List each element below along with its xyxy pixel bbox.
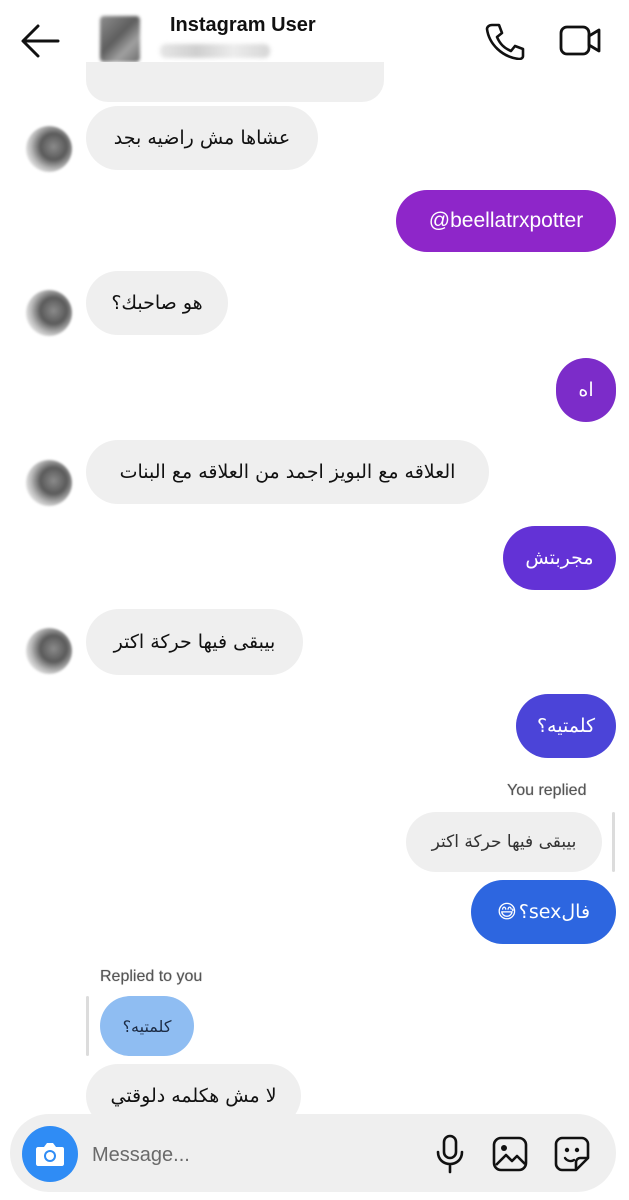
video-camera-icon [559, 25, 601, 56]
call-button[interactable] [482, 20, 526, 61]
previous-message-bubble [86, 62, 384, 102]
avatar[interactable] [26, 460, 72, 506]
reply-label-you: You replied [507, 782, 587, 799]
message-bubble-outgoing[interactable]: مجربتش [503, 526, 616, 590]
message-input[interactable] [92, 1138, 392, 1172]
avatar[interactable] [26, 126, 72, 172]
arrow-left-icon [21, 24, 60, 58]
avatar[interactable] [26, 290, 72, 336]
avatar[interactable] [26, 628, 72, 674]
video-call-button[interactable] [556, 20, 604, 60]
sticker-button[interactable] [552, 1134, 592, 1174]
message-bubble-outgoing[interactable]: كلمتيه؟ [516, 694, 616, 758]
microphone-icon [436, 1134, 464, 1174]
image-icon [492, 1136, 528, 1172]
camera-button[interactable] [22, 1126, 78, 1182]
message-bubble-incoming[interactable]: هو صاحبك؟ [86, 271, 228, 335]
quote-bar [612, 812, 615, 872]
back-button[interactable] [18, 22, 62, 60]
header-avatar[interactable] [100, 16, 140, 62]
message-bubble-outgoing[interactable]: اه [556, 358, 616, 422]
message-bubble-incoming[interactable]: عشاها مش راضيه بجد [86, 106, 318, 170]
quoted-message[interactable]: بيبقى فيها حركة اكتر [406, 812, 602, 872]
message-bubble-outgoing-reply[interactable]: 😅 فالsex؟ [471, 880, 616, 944]
message-bubble-outgoing[interactable]: @beellatrxpotter [396, 190, 616, 252]
header-subtitle-redacted [160, 44, 270, 58]
quoted-message[interactable]: كلمتيه؟ [100, 996, 194, 1056]
phone-icon [485, 23, 525, 61]
message-bubble-incoming[interactable]: بيبقى فيها حركة اكتر [86, 609, 303, 675]
gallery-button[interactable] [490, 1134, 530, 1174]
reply-label-them: Replied to you [100, 968, 203, 985]
header-title[interactable]: Instagram User [170, 14, 316, 37]
sticker-icon [554, 1136, 590, 1172]
microphone-button[interactable] [432, 1132, 468, 1176]
quote-bar [86, 996, 89, 1056]
reply-text: فالsex؟ [518, 901, 591, 923]
message-bubble-incoming[interactable]: العلاقه مع البويز اجمد من العلاقه مع الب… [86, 440, 489, 504]
reply-emoji: 😅 [496, 901, 517, 923]
camera-icon [36, 1143, 64, 1166]
